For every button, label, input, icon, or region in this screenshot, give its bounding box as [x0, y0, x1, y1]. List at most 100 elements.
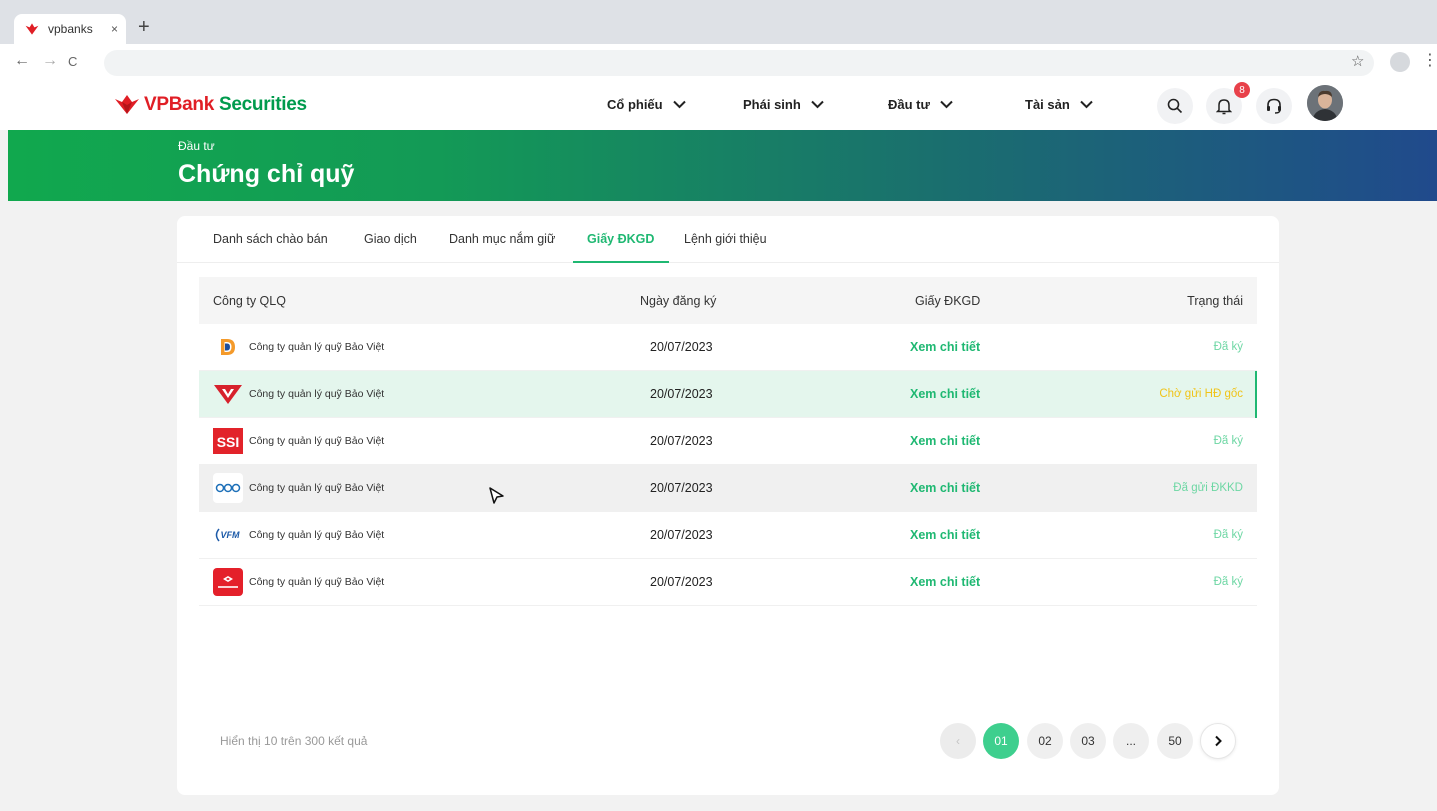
registration-table: Công ty QLQ Ngày đăng ký Giấy ĐKGD Trạng… — [199, 277, 1257, 606]
notification-badge: 8 — [1234, 82, 1250, 98]
logo-text-vpbank: VPBank — [144, 94, 215, 115]
column-header-status: Trạng thái — [1187, 293, 1243, 308]
menu-phai-sinh[interactable]: Phái sinh — [743, 97, 824, 112]
reload-icon[interactable]: C — [68, 54, 77, 69]
company-name: Công ty quản lý quỹ Bảo Việt — [249, 482, 385, 494]
registration-date: 20/07/2023 — [650, 575, 713, 589]
search-icon — [1167, 98, 1183, 114]
pagination-page-button[interactable]: 50 — [1157, 723, 1193, 759]
chevron-down-icon — [672, 100, 686, 109]
tab-giay-dkgd[interactable]: Giấy ĐKGD — [587, 232, 654, 246]
page-title: Chứng chỉ quỹ — [178, 160, 355, 188]
fund-logo-circles-icon — [213, 473, 243, 503]
bookmark-star-icon[interactable]: ☆ — [1351, 52, 1364, 70]
menu-label: Phái sinh — [743, 97, 801, 112]
tab-bar: Danh sách chào bán Giao dịch Danh mục nắ… — [177, 216, 1279, 263]
registration-date: 20/07/2023 — [650, 434, 713, 448]
new-tab-button[interactable]: + — [138, 16, 150, 39]
user-avatar-icon — [1307, 85, 1343, 121]
view-detail-link[interactable]: Xem chi tiết — [910, 434, 980, 448]
tab-danh-muc-nam-giu[interactable]: Danh mục nắm giữ — [449, 232, 555, 246]
table-row[interactable]: VFM Công ty quản lý quỹ Bảo Việt 20/07/2… — [199, 512, 1257, 559]
company-name: Công ty quản lý quỹ Bảo Việt — [249, 576, 385, 588]
tab-close-icon[interactable]: × — [111, 22, 118, 36]
fund-logo-vfm-icon: VFM — [213, 520, 243, 550]
tab-giao-dich[interactable]: Giao dịch — [364, 232, 417, 246]
fund-logo-vietinbank-icon — [213, 379, 243, 409]
view-detail-link[interactable]: Xem chi tiết — [910, 387, 980, 401]
status-badge: Đã gửi ĐKKD — [1173, 482, 1243, 494]
headset-icon — [1267, 98, 1281, 114]
chevron-down-icon — [1080, 100, 1093, 109]
active-tab-indicator — [573, 261, 669, 263]
table-row[interactable]: Công ty quản lý quỹ Bảo Việt 20/07/2023 … — [199, 559, 1257, 606]
pagination-prev-button[interactable]: ‹ — [940, 723, 976, 759]
browser-chrome: vpbanks × + ← → C ☆ ⋮ — [0, 0, 1437, 82]
pagination-ellipsis: ... — [1113, 723, 1149, 759]
status-badge: Đã ký — [1213, 529, 1243, 541]
search-button[interactable] — [1157, 88, 1193, 124]
address-bar[interactable] — [104, 50, 1374, 76]
pagination-page-button[interactable]: 01 — [983, 723, 1019, 759]
registration-date: 20/07/2023 — [650, 528, 713, 542]
menu-co-phieu[interactable]: Cổ phiếu — [607, 97, 686, 112]
chevron-right-icon — [1215, 735, 1222, 747]
forward-icon[interactable]: → — [42, 52, 58, 70]
menu-label: Đầu tư — [888, 97, 930, 112]
vpbank-logo-icon — [115, 95, 139, 114]
mouse-cursor-icon — [489, 487, 504, 504]
status-badge: Đã ký — [1213, 341, 1243, 353]
tab-lenh-gioi-thieu[interactable]: Lệnh giới thiệu — [684, 232, 767, 246]
table-header: Công ty QLQ Ngày đăng ký Giấy ĐKGD Trạng… — [199, 277, 1257, 324]
column-header-document: Giấy ĐKGD — [915, 293, 981, 308]
avatar[interactable] — [1307, 85, 1343, 121]
view-detail-link[interactable]: Xem chi tiết — [910, 481, 980, 495]
company-name: Công ty quản lý quỹ Bảo Việt — [249, 388, 385, 400]
view-detail-link[interactable]: Xem chi tiết — [910, 575, 980, 589]
pagination-next-button[interactable] — [1200, 723, 1236, 759]
fund-logo-d-icon — [213, 332, 243, 362]
fund-logo-ssi-icon: SSI — [213, 426, 243, 456]
table-row[interactable]: Công ty quản lý quỹ Bảo Việt 20/07/2023 … — [199, 371, 1257, 418]
pagination-page-button[interactable]: 03 — [1070, 723, 1106, 759]
vpbank-favicon-icon — [25, 23, 39, 35]
chevron-down-icon — [811, 100, 824, 109]
bell-icon — [1216, 99, 1232, 115]
browser-profile-icon[interactable] — [1390, 52, 1410, 72]
menu-dau-tu[interactable]: Đầu tư — [888, 97, 953, 112]
svg-text:VFM: VFM — [221, 530, 241, 540]
address-bar-row: ← → C ☆ ⋮ — [0, 44, 1437, 82]
menu-label: Cổ phiếu — [607, 97, 663, 112]
browser-menu-icon[interactable]: ⋮ — [1422, 50, 1437, 70]
status-badge: Chờ gửi HĐ gốc — [1159, 388, 1243, 400]
column-header-company: Công ty QLQ — [213, 293, 286, 308]
fund-logo-techcombank-icon — [213, 567, 243, 597]
view-detail-link[interactable]: Xem chi tiết — [910, 340, 980, 354]
pagination-page-button[interactable]: 02 — [1027, 723, 1063, 759]
tab-danh-sach-chao-ban[interactable]: Danh sách chào bán — [213, 232, 328, 246]
table-row[interactable]: SSI Công ty quản lý quỹ Bảo Việt 20/07/2… — [199, 418, 1257, 465]
registration-date: 20/07/2023 — [650, 387, 713, 401]
table-row[interactable]: Công ty quản lý quỹ Bảo Việt 20/07/2023 … — [199, 465, 1257, 512]
tab-title: vpbanks — [48, 22, 93, 36]
support-button[interactable] — [1256, 88, 1292, 124]
menu-tai-san[interactable]: Tài sản — [1025, 97, 1093, 112]
page-banner: Đầu tư Chứng chỉ quỹ — [8, 130, 1437, 201]
back-icon[interactable]: ← — [14, 52, 30, 70]
chevron-down-icon — [940, 100, 953, 109]
menu-label: Tài sản — [1025, 97, 1070, 112]
browser-tab[interactable]: vpbanks × — [14, 14, 126, 44]
status-badge: Đã ký — [1213, 435, 1243, 447]
registration-date: 20/07/2023 — [650, 481, 713, 495]
registration-date: 20/07/2023 — [650, 340, 713, 354]
chevron-left-icon: ‹ — [956, 734, 960, 748]
table-row[interactable]: Công ty quản lý quỹ Bảo Việt 20/07/2023 … — [199, 324, 1257, 371]
company-name: Công ty quản lý quỹ Bảo Việt — [249, 341, 385, 353]
svg-text:SSI: SSI — [217, 434, 240, 450]
view-detail-link[interactable]: Xem chi tiết — [910, 528, 980, 542]
breadcrumb[interactable]: Đầu tư — [178, 139, 215, 153]
column-header-date: Ngày đăng ký — [640, 293, 717, 308]
status-badge: Đã ký — [1213, 576, 1243, 588]
company-name: Công ty quản lý quỹ Bảo Việt — [249, 435, 385, 447]
vpbank-securities-logo[interactable]: VPBank Securities — [114, 94, 307, 116]
